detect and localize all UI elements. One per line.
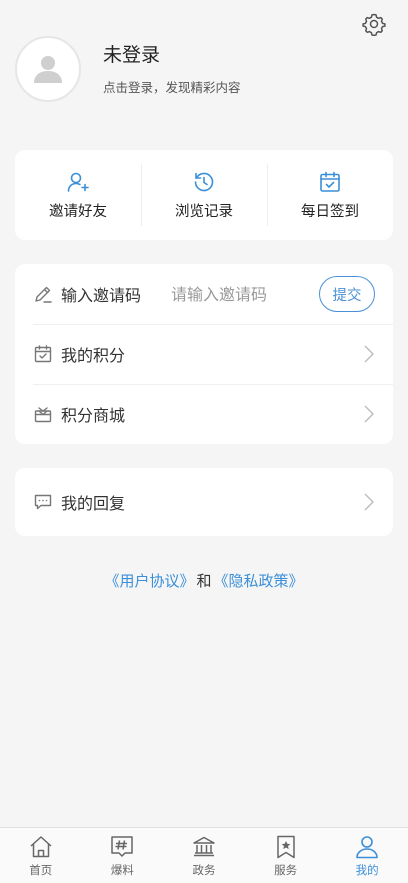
submit-button[interactable]: 提交 — [319, 276, 375, 312]
reply-card: 我的回复 — [15, 468, 393, 536]
browse-history-button[interactable]: 浏览记录 — [141, 150, 267, 240]
chevron-right-icon — [364, 405, 374, 423]
daily-checkin-button[interactable]: 每日签到 — [267, 150, 393, 240]
agreement-and-text: 和 — [196, 572, 212, 590]
menu-card: 输入邀请码 提交 我的积分 积分商城 — [15, 264, 393, 444]
pencil-icon — [35, 286, 52, 303]
invite-friends-button[interactable]: 邀请好友 — [15, 150, 141, 240]
government-icon — [193, 836, 215, 857]
profile-header[interactable]: 未登录 点击登录，发现精彩内容 — [15, 36, 241, 102]
chevron-right-icon — [364, 345, 374, 363]
tab-tips-label: 爆料 — [110, 863, 134, 877]
tab-services[interactable]: 服务 — [245, 828, 327, 883]
tab-mine[interactable]: 我的 — [326, 828, 408, 883]
points-mall-label: 积分商城 — [61, 406, 126, 425]
quick-actions-card: 邀请好友 浏览记录 每日签到 — [15, 150, 393, 240]
privacy-policy-link[interactable]: 《隐私政策》 — [214, 572, 304, 590]
calendar-check-icon — [320, 171, 340, 192]
gear-icon[interactable] — [362, 12, 386, 36]
user-agreement-link[interactable]: 《用户协议》 — [104, 572, 194, 590]
user-icon — [356, 836, 378, 859]
invite-friends-label: 邀请好友 — [49, 203, 107, 220]
my-points-row[interactable]: 我的积分 — [15, 324, 393, 384]
tab-government[interactable]: 政务 — [163, 828, 245, 883]
hashtag-icon — [111, 836, 134, 857]
my-replies-label: 我的回复 — [61, 494, 126, 513]
gift-icon — [34, 407, 52, 423]
invite-code-label: 输入邀请码 — [61, 286, 142, 305]
bottom-tab-bar: 首页 爆料 政务 服务 我的 — [0, 827, 408, 883]
calendar-check-icon — [34, 345, 52, 363]
tab-government-label: 政务 — [192, 863, 216, 877]
default-avatar-icon — [34, 56, 62, 83]
bookmark-star-icon — [276, 835, 295, 859]
tab-home-label: 首页 — [29, 863, 53, 877]
my-replies-row[interactable]: 我的回复 — [15, 468, 393, 536]
comment-icon — [34, 494, 52, 510]
tab-mine-label: 我的 — [355, 863, 379, 877]
points-mall-row[interactable]: 积分商城 — [15, 384, 393, 444]
login-hint: 点击登录，发现精彩内容 — [103, 79, 241, 95]
avatar[interactable] — [15, 36, 81, 102]
chevron-right-icon — [364, 493, 374, 511]
home-icon — [30, 836, 52, 858]
tab-services-label: 服务 — [274, 863, 298, 877]
tab-tips[interactable]: 爆料 — [82, 828, 164, 883]
agreement-links: 《用户协议》和《隐私政策》 — [0, 570, 408, 591]
login-status[interactable]: 未登录 — [103, 43, 241, 67]
tab-home[interactable]: 首页 — [0, 828, 82, 883]
browse-history-label: 浏览记录 — [175, 203, 233, 220]
user-add-icon — [67, 172, 89, 192]
my-points-label: 我的积分 — [61, 346, 126, 365]
history-icon — [194, 172, 214, 191]
invite-code-input[interactable] — [171, 284, 290, 304]
invite-code-row: 输入邀请码 提交 — [15, 264, 393, 324]
daily-checkin-label: 每日签到 — [301, 203, 359, 220]
